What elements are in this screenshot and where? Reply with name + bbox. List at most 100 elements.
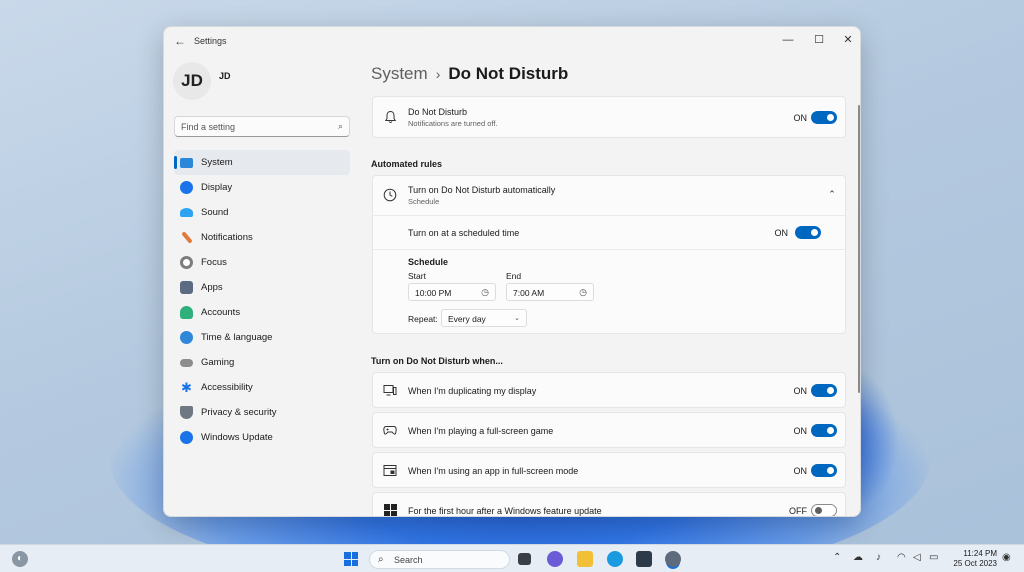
user-name: JD xyxy=(219,71,231,81)
search-icon[interactable]: ⌕ xyxy=(338,121,343,132)
sidebar-item-label: Time & language xyxy=(201,332,273,343)
clock-date: 25 Oct 2023 xyxy=(953,559,997,568)
breadcrumb-parent[interactable]: System xyxy=(371,64,428,83)
sidebar-item-label: Privacy & security xyxy=(201,407,277,418)
duplicating-display-toggle[interactable] xyxy=(811,384,837,397)
close-button[interactable]: ✕ xyxy=(838,31,858,49)
end-time-picker[interactable]: 7:00 AM ◷ xyxy=(506,283,594,301)
start-label: Start xyxy=(408,271,426,281)
when-row-state: ON xyxy=(793,466,808,476)
display-duplicate-icon xyxy=(383,384,397,398)
sidebar-item-apps[interactable]: Apps xyxy=(174,275,350,300)
fullscreen-game-toggle[interactable] xyxy=(811,424,837,437)
windows-logo-icon xyxy=(383,504,397,516)
title-bar: ← Settings — ☐ ✕ xyxy=(164,27,860,55)
battery-icon[interactable]: ▭ xyxy=(929,552,938,563)
sidebar-item-label: Focus xyxy=(201,257,227,268)
sidebar-item-accessibility[interactable]: ✱ Accessibility xyxy=(174,375,350,400)
windows-update-icon xyxy=(180,431,193,444)
sidebar-item-privacy-security[interactable]: Privacy & security xyxy=(174,400,350,425)
sidebar-item-sound[interactable]: Sound xyxy=(174,200,350,225)
sidebar-item-windows-update[interactable]: Windows Update xyxy=(174,425,350,450)
sidebar-item-system[interactable]: System xyxy=(174,150,350,175)
dnd-title: Do Not Disturb xyxy=(408,107,468,117)
divider xyxy=(373,249,845,250)
when-row-state: ON xyxy=(793,386,808,396)
time-language-icon xyxy=(180,331,193,344)
volume-icon[interactable]: ◁ xyxy=(913,552,921,563)
dnd-subtitle: Notifications are turned off. xyxy=(408,119,498,128)
notifications-icon[interactable]: ◉ xyxy=(1002,552,1011,563)
avatar[interactable]: JD xyxy=(173,62,211,100)
breadcrumb: System › Do Not Disturb xyxy=(371,64,568,84)
search-icon: ⌕ xyxy=(378,554,384,565)
sidebar-item-label: System xyxy=(201,157,233,168)
chat-icon[interactable] xyxy=(547,551,563,567)
fullscreen-app-icon xyxy=(383,464,397,478)
feature-update-toggle[interactable] xyxy=(811,504,837,516)
chevron-down-icon: ⌄ xyxy=(514,315,520,322)
task-view-icon[interactable] xyxy=(518,553,531,565)
file-explorer-icon[interactable] xyxy=(577,551,593,567)
settings-taskbar-icon[interactable] xyxy=(665,551,681,567)
chevron-up-icon[interactable]: ⌃ xyxy=(825,187,839,201)
sidebar-item-gaming[interactable]: Gaming xyxy=(174,350,350,375)
dnd-state-label: ON xyxy=(793,113,808,123)
sidebar-item-display[interactable]: Display xyxy=(174,175,350,200)
weather-icon[interactable]: ◐ xyxy=(12,551,28,567)
wifi-icon[interactable]: ◠ xyxy=(897,552,906,563)
sidebar-item-label: Accessibility xyxy=(201,382,253,393)
repeat-dropdown[interactable]: Every day ⌄ xyxy=(441,309,527,327)
apps-icon xyxy=(180,281,193,294)
clock-time: 11:24 PM xyxy=(963,549,997,558)
chevron-up-icon[interactable]: ⌃ xyxy=(833,552,841,563)
sidebar-item-label: Sound xyxy=(201,207,229,218)
sidebar-item-label: Accounts xyxy=(201,307,241,318)
onedrive-icon[interactable]: ☁ xyxy=(853,552,863,563)
end-label: End xyxy=(506,271,522,281)
scrollbar[interactable] xyxy=(858,105,860,393)
when-row-fullscreen-app: When I'm using an app in full-screen mod… xyxy=(372,452,846,488)
dnd-toggle[interactable] xyxy=(811,111,837,124)
when-row-duplicating: When I'm duplicating my display ON xyxy=(372,372,846,408)
bell-icon xyxy=(383,110,397,124)
taskbar: ◐ ⌕ Search ⌃ ☁ ♪ ◠ ◁ ▭ 11:24 PM 25 Oct 2… xyxy=(0,544,1024,572)
sidebar-item-label: Windows Update xyxy=(201,432,273,443)
microphone-icon[interactable]: ♪ xyxy=(876,552,881,563)
when-row-state: OFF xyxy=(789,506,807,516)
sidebar-item-label: Apps xyxy=(201,282,223,293)
fullscreen-app-toggle[interactable] xyxy=(811,464,837,477)
accessibility-icon: ✱ xyxy=(181,380,192,395)
edge-icon[interactable] xyxy=(607,551,623,567)
repeat-value: Every day xyxy=(448,314,486,324)
start-time-picker[interactable]: 10:00 PM ◷ xyxy=(408,283,496,301)
when-row-label: For the first hour after a Windows featu… xyxy=(408,506,602,516)
rule-subtitle: Schedule xyxy=(408,197,440,206)
when-row-feature-update: For the first hour after a Windows featu… xyxy=(372,492,846,516)
page-title: Do Not Disturb xyxy=(448,64,569,83)
gamepad-icon xyxy=(383,424,397,438)
when-row-label: When I'm using an app in full-screen mod… xyxy=(408,466,579,476)
sidebar-item-time-language[interactable]: Time & language xyxy=(174,325,350,350)
divider xyxy=(373,215,845,216)
schedule-heading: Schedule xyxy=(408,257,449,267)
rule-title[interactable]: Turn on Do Not Disturb automatically xyxy=(408,185,555,195)
search-input[interactable] xyxy=(175,117,325,137)
taskbar-search[interactable]: ⌕ Search xyxy=(369,550,510,569)
sidebar-item-notifications[interactable]: Notifications xyxy=(174,225,350,250)
start-button[interactable] xyxy=(344,552,358,566)
when-row-state: ON xyxy=(793,426,808,436)
back-arrow-icon[interactable]: ← xyxy=(173,34,187,48)
automated-rules-heading: Automated rules xyxy=(371,159,443,169)
when-row-label: When I'm duplicating my display xyxy=(408,386,537,396)
gaming-icon xyxy=(180,359,193,367)
sidebar-item-label: Gaming xyxy=(201,357,235,368)
sidebar-item-accounts[interactable]: Accounts xyxy=(174,300,350,325)
sidebar-item-focus[interactable]: Focus xyxy=(174,250,350,275)
scheduled-time-toggle[interactable] xyxy=(795,226,821,239)
minimize-button[interactable]: — xyxy=(778,31,798,49)
clock[interactable]: 11:24 PM 25 Oct 2023 xyxy=(947,549,997,569)
maximize-button[interactable]: ☐ xyxy=(809,31,829,49)
when-row-label: When I'm playing a full-screen game xyxy=(408,426,554,436)
store-icon[interactable] xyxy=(636,551,652,567)
